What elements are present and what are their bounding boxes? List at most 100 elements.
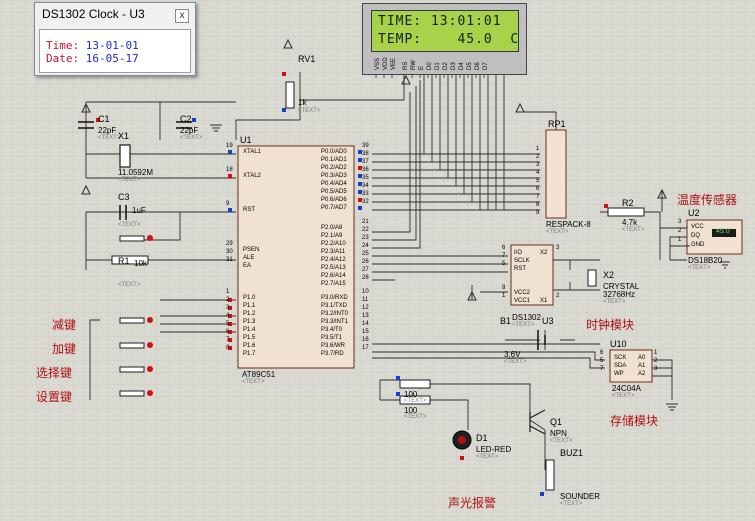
lcd-line-1: TIME: 13:01:01 [378,14,502,29]
r100a-resistor[interactable] [399,379,431,389]
u2-pin-name: GND [691,242,705,248]
date-value: 16-05-17 [85,52,139,65]
rp1-pin-number: 6 [536,186,540,192]
u10-pin-name: SCK [614,355,627,361]
buz1-ref: BUZ1 [560,448,584,458]
rp1-ref: RP1 [548,119,566,129]
close-button[interactable]: x [175,9,189,23]
u1-left-pin-number: 3 [226,305,230,311]
u1-right-pin-number: 37 [362,159,369,165]
rv1-text-tag: <TEXT> [298,108,321,114]
u3-pin-number: 7 [502,253,506,259]
buz1-part: SOUNDER [560,492,601,501]
q1-ref: Q1 [550,417,563,427]
u1-left-pin-number: 30 [226,249,233,255]
x2-crystal[interactable] [587,269,597,287]
popup-date-row: Date: 16-05-17 [46,52,139,65]
c1-value: 22pF [98,126,117,135]
rp1-pin-number: 8 [536,202,540,208]
lcd-pin-label: D0 [427,62,433,70]
u3-pin-number: 6 [502,245,506,251]
u2-pin-name: VCC [691,224,704,230]
u1-right-pin-name: P0.7/AD7 [321,205,347,211]
u1-right-pin-number: 35 [362,175,369,181]
u3-pin-number: 3 [556,245,560,251]
c1-ref: C1 [98,114,110,124]
x2-ref: X2 [603,270,615,280]
r2-value: 4.7k [622,218,638,227]
u10-part: 24C04A [612,384,641,393]
u3-pin-number: 1 [502,293,506,299]
u10-ref: U10 [610,339,627,349]
d1-led[interactable] [452,430,472,450]
u1-right-pin-number: 33 [362,191,369,197]
popup-title: DS1302 Clock - U3 [42,7,145,21]
rp1-pin-number: 2 [536,154,540,160]
c2-ref: C2 [180,114,192,124]
u1-right-pin-number: 24 [362,243,369,249]
x1-crystal[interactable] [119,144,131,168]
u1-right-pin-number: 36 [362,167,369,173]
u1-left-pin-name: P1.3 [243,319,256,325]
b1-value: 3.6V [504,350,521,359]
u1-right-pin-number: 38 [362,151,369,157]
u1-right-pin-name: P0.5/AD5 [321,189,347,195]
u1-left-pin-number: 31 [226,257,233,263]
u1-right-pin-name: P3.3/INT1 [321,319,349,325]
rv1-value: 1k [298,98,307,107]
u3-pin-number: 2 [556,293,560,299]
rv1-potentiometer[interactable] [285,81,295,109]
u1-right-pin-name: P3.7/RD [321,351,344,357]
c2-value: 22pF [180,126,199,135]
u1-right-pin-name: P0.3/AD3 [321,173,347,179]
label-dec-key: 减键 [52,318,77,332]
u1-left-pin-name: P1.6 [243,343,256,349]
d1-part: LED-RED [476,445,512,454]
u2-text-tag: <TEXT> [688,265,711,271]
u2-pin-number: 1 [678,237,682,243]
u1-left-pin-name: PSEN [243,247,260,253]
u1-right-pin-name: P2.7/A15 [321,281,346,287]
schematic-canvas[interactable] [0,0,755,521]
r1-ref: R1 [118,256,130,266]
u1-right-pin-name: P3.1/TXD [321,303,348,309]
rp1-pin-number: 7 [536,194,540,200]
lcd-display[interactable]: TIME: 13:01:01 TEMP: 45.0 C VSS VDD VEE RS R… [362,3,527,75]
buz1-buzzer[interactable] [545,459,555,491]
u1-left-pin-number: 29 [226,241,233,247]
u1-left-pin-name: RST [243,207,255,213]
u1-right-pin-number: 10 [362,289,369,295]
popup-time-row: Time: 13-01-01 [46,39,139,52]
rv1-ref: RV1 [298,54,316,64]
u1-left-pin-number: 2 [226,297,230,303]
u1-right-pin-name: P2.6/A14 [321,273,346,279]
lcd-pin-label: VSS [375,57,381,70]
r1-text-tag: <TEXT> [118,282,141,288]
lcd-pin-label: E [419,65,425,70]
u3-pin-name: X1 [540,298,548,304]
rp1-resistor-pack[interactable] [545,129,567,219]
u3-pin-name: RST [514,266,526,272]
u3-part: DS1302 [512,313,541,322]
u1-right-pin-number: 16 [362,337,369,343]
lcd-pin-label: RW [411,60,417,70]
u1-right-pin-name: P3.4/T0 [321,327,343,333]
u1-left-pin-name: P1.0 [243,295,256,301]
u1-right-pin-number: 39 [362,143,369,149]
x2-value: 32768Hz [603,290,636,299]
x2-text-tag: <TEXT> [603,299,626,305]
r2-ref: R2 [622,198,634,208]
r1-value: 10k [134,259,147,268]
rp1-pin-number: 5 [536,178,540,184]
u1-right-pin-number: 26 [362,259,369,265]
lcd-pin-label: VEE [391,57,397,70]
r2-resistor[interactable] [607,207,645,217]
u1-left-pin-name: XTAL2 [243,173,261,179]
u10-pin-number: 2 [654,358,658,364]
rp1-part: RESPACK-8 [546,220,591,229]
u1-right-pin-number: 11 [362,297,369,303]
ds1302-clock-popup[interactable]: DS1302 Clock - U3 x Time: 13-01-01 Date:… [34,2,196,76]
u1-left-pin-name: P1.5 [243,335,256,341]
u2-pin-number: 3 [678,219,682,225]
u1-left-pin-name: P1.2 [243,311,256,317]
